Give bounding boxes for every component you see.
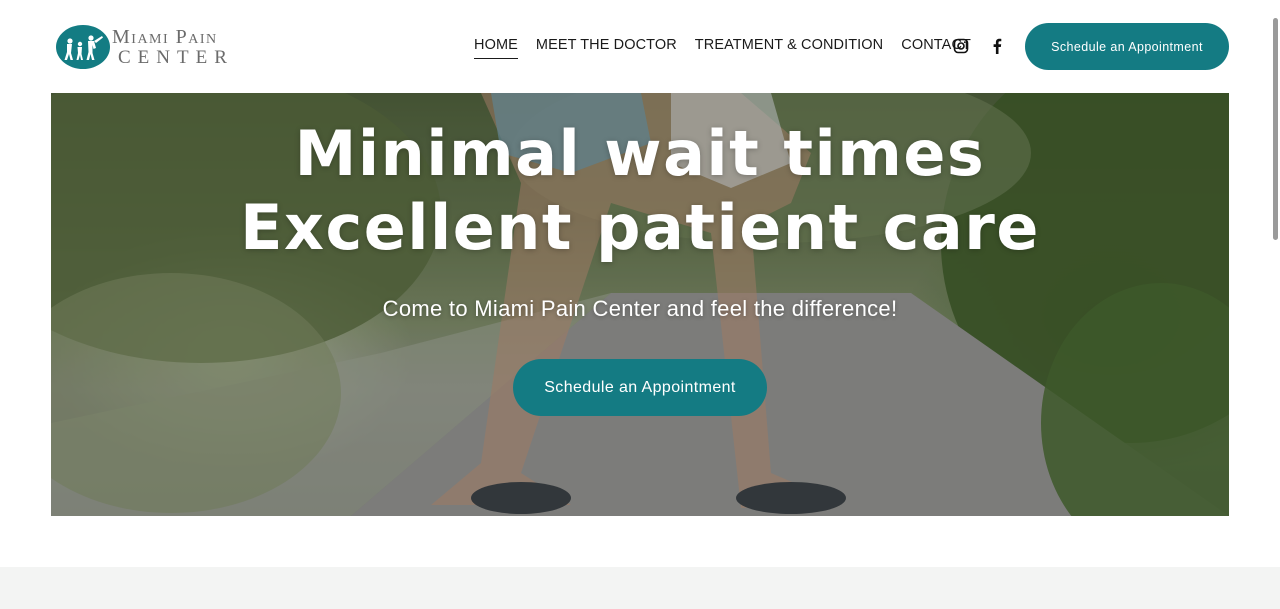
scrollbar-thumb[interactable] <box>1273 18 1278 240</box>
facebook-icon[interactable] <box>987 36 1007 56</box>
brand-wordmark: Miami Pain CENTER <box>112 27 234 67</box>
page-scrollbar[interactable] <box>1270 0 1280 609</box>
brand-logo[interactable]: Miami Pain CENTER <box>56 24 227 70</box>
hero-schedule-appointment-button[interactable]: Schedule an Appointment <box>513 359 767 416</box>
brand-name-line1: Miami Pain <box>112 26 218 48</box>
hero-banner: Minimal wait times Excellent patient car… <box>51 93 1229 516</box>
brand-name-line2: CENTER <box>118 47 234 68</box>
hero-headline: Minimal wait times Excellent patient car… <box>51 117 1229 265</box>
site-header: Miami Pain CENTER HOME MEET THE DOCTOR T… <box>0 0 1280 92</box>
main-nav: HOME MEET THE DOCTOR TREATMENT & CONDITI… <box>474 36 989 59</box>
next-section-strip <box>0 567 1280 609</box>
nav-item-treatment-condition[interactable]: TREATMENT & CONDITION <box>695 37 883 56</box>
header-schedule-appointment-button[interactable]: Schedule an Appointment <box>1025 23 1229 70</box>
social-links <box>951 36 1023 56</box>
hero-headline-line1: Minimal wait times <box>294 117 986 190</box>
instagram-icon[interactable] <box>951 36 971 56</box>
nav-item-meet-the-doctor[interactable]: MEET THE DOCTOR <box>536 37 677 56</box>
nav-item-home[interactable]: HOME <box>474 37 518 59</box>
hero-headline-line2: Excellent patient care <box>240 191 1040 264</box>
family-figures-icon <box>56 25 110 69</box>
hero-subtitle: Come to Miami Pain Center and feel the d… <box>382 296 898 321</box>
